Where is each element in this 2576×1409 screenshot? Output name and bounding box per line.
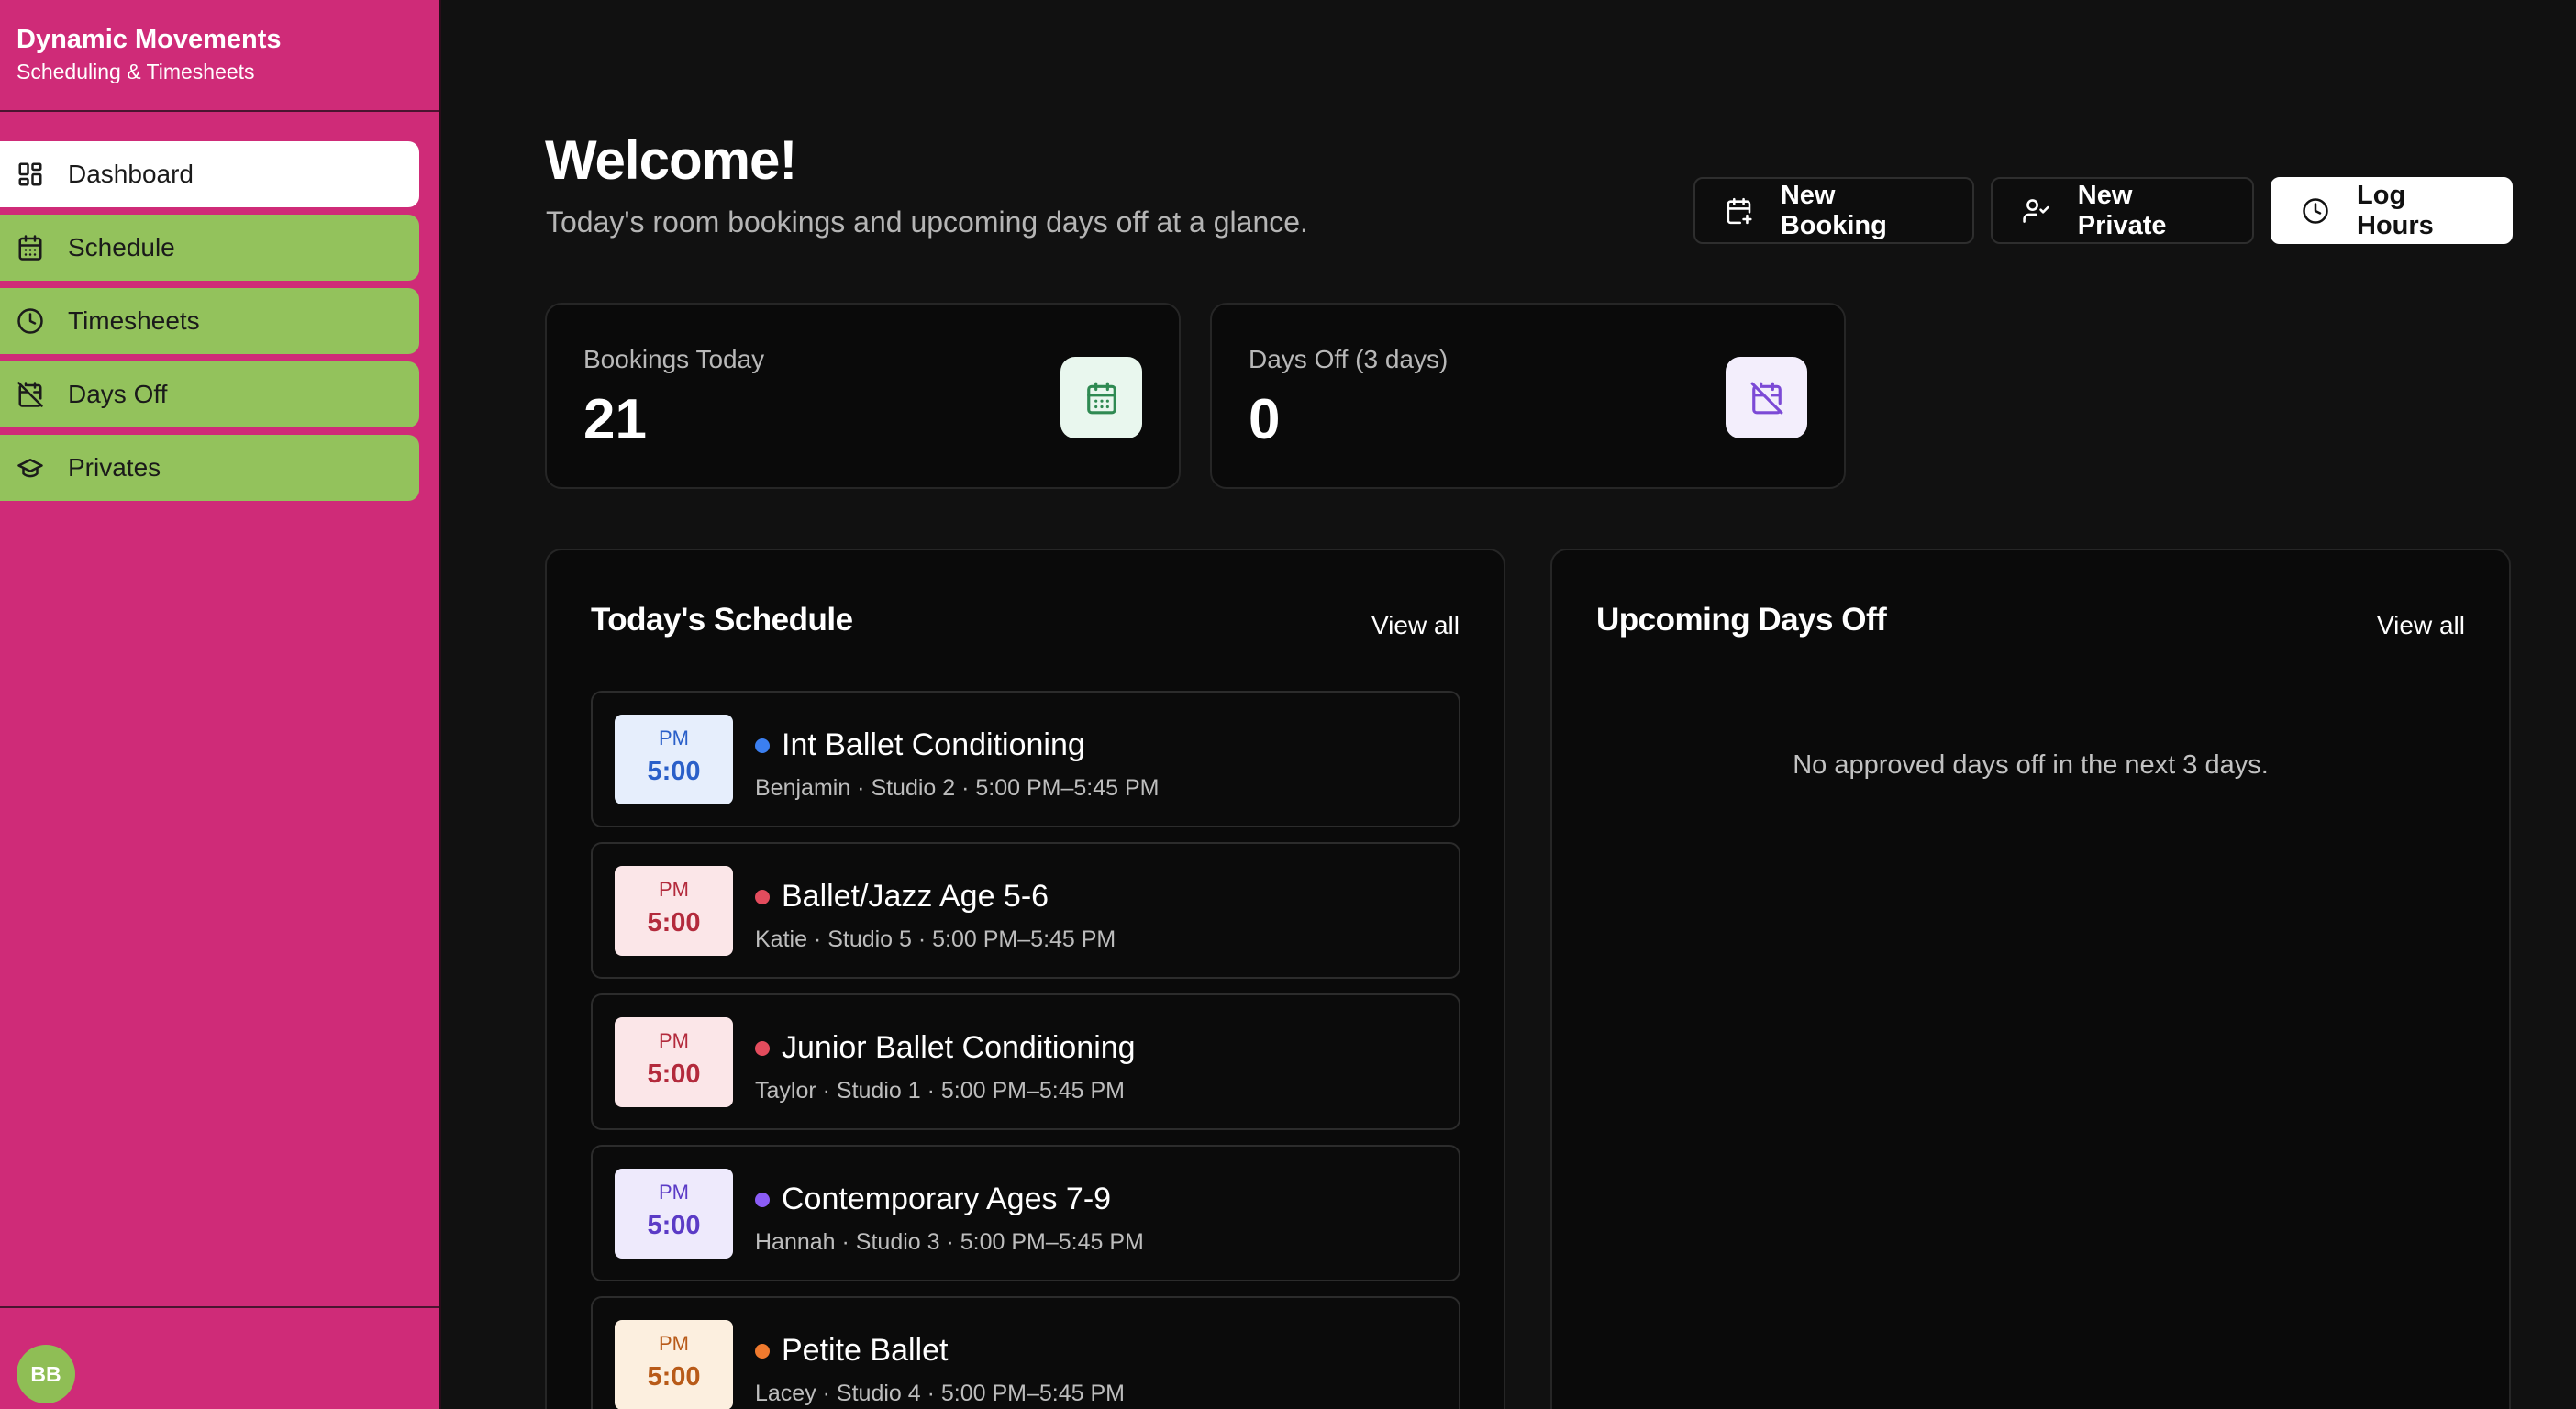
days-off-view-all-link[interactable]: View all — [2377, 611, 2465, 640]
time-value: 5:00 — [647, 908, 701, 937]
new-private-button[interactable]: New Private — [1991, 177, 2254, 244]
status-dot — [755, 1344, 770, 1359]
event-title: Junior Ballet Conditioning — [782, 1030, 1136, 1065]
log-hours-button[interactable]: Log Hours — [2271, 177, 2513, 244]
event-title: Ballet/Jazz Age 5-6 — [782, 879, 1049, 914]
status-dot — [755, 890, 770, 904]
schedule-view-all-link[interactable]: View all — [1371, 611, 1460, 640]
new-booking-button[interactable]: New Booking — [1693, 177, 1974, 244]
graduation-cap-icon — [17, 454, 44, 482]
schedule-item[interactable]: PM 5:00 Petite Ballet Lacey · Studio 4 ·… — [591, 1296, 1460, 1409]
event-title: Petite Ballet — [782, 1333, 949, 1368]
sidebar-item-label: Dashboard — [68, 160, 194, 188]
time-value: 5:00 — [647, 1060, 701, 1089]
sidebar-item-timesheets[interactable]: Timesheets — [0, 288, 419, 354]
time-value: 5:00 — [647, 757, 701, 786]
time-badge: PM 5:00 — [615, 715, 733, 804]
days-off-card: Days Off (3 days) 0 — [1210, 303, 1846, 489]
calendar-icon — [1060, 357, 1142, 438]
time-badge: PM 5:00 — [615, 1320, 733, 1409]
sidebar-item-label: Privates — [68, 453, 161, 482]
time-badge: PM 5:00 — [615, 866, 733, 956]
sidebar-divider — [0, 1306, 439, 1308]
page-title: Welcome! — [545, 129, 797, 191]
page-subtitle: Today's room bookings and upcoming days … — [546, 205, 1308, 239]
event-title: Contemporary Ages 7-9 — [782, 1182, 1112, 1216]
brand-subtitle: Scheduling & Timesheets — [17, 60, 255, 83]
dashboard-icon — [17, 161, 44, 188]
sidebar-nav: Dashboard Schedule Timesheets Days Off P… — [0, 141, 419, 508]
sidebar-divider — [0, 110, 439, 112]
empty-state-message: No approved days off in the next 3 days. — [1793, 750, 2269, 780]
status-dot — [755, 1041, 770, 1056]
event-meta: Benjamin · Studio 2 · 5:00 PM–5:45 PM — [755, 775, 1160, 801]
event-meta: Katie · Studio 5 · 5:00 PM–5:45 PM — [755, 926, 1116, 952]
new-booking-label: New Booking — [1780, 180, 1887, 240]
sidebar: Dynamic Movements Scheduling & Timesheet… — [0, 0, 441, 1409]
calendar-icon — [17, 234, 44, 261]
time-value: 5:00 — [647, 1362, 701, 1392]
time-ampm: PM — [659, 1181, 689, 1204]
calendar-plus-icon — [1727, 197, 1752, 224]
schedule-item[interactable]: PM 5:00 Contemporary Ages 7-9 Hannah · S… — [591, 1145, 1460, 1281]
time-value: 5:00 — [647, 1211, 701, 1240]
calendar-off-icon — [17, 381, 44, 408]
brand-title: Dynamic Movements — [17, 25, 282, 54]
panel-title: Today's Schedule — [591, 602, 853, 638]
stat-value: 21 — [583, 388, 647, 451]
log-hours-label: Log Hours — [2357, 180, 2434, 240]
time-ampm: PM — [659, 727, 689, 749]
event-meta: Lacey · Studio 4 · 5:00 PM–5:45 PM — [755, 1381, 1125, 1406]
stat-value: 0 — [1249, 388, 1281, 451]
sidebar-item-label: Timesheets — [68, 306, 200, 335]
sidebar-item-privates[interactable]: Privates — [0, 435, 419, 501]
user-check-icon — [2023, 198, 2049, 223]
sidebar-item-label: Days Off — [68, 380, 168, 408]
header-actions: New Booking New Private Log Hours — [1693, 177, 2513, 244]
calendar-off-icon — [1726, 357, 1807, 438]
time-ampm: PM — [659, 878, 689, 901]
status-dot — [755, 738, 770, 753]
event-title: Int Ballet Conditioning — [782, 727, 1085, 762]
panel-title: Upcoming Days Off — [1596, 602, 1887, 638]
sidebar-item-dashboard[interactable]: Dashboard — [0, 141, 419, 207]
clock-icon — [2303, 197, 2328, 224]
todays-schedule-panel: Today's Schedule View all PM 5:00 Int Ba… — [545, 549, 1505, 1409]
sidebar-item-schedule[interactable]: Schedule — [0, 215, 419, 281]
time-ampm: PM — [659, 1332, 689, 1355]
schedule-item[interactable]: PM 5:00 Ballet/Jazz Age 5-6 Katie · Stud… — [591, 842, 1460, 979]
sidebar-item-label: Schedule — [68, 233, 175, 261]
time-badge: PM 5:00 — [615, 1169, 733, 1259]
new-private-label: New Private — [2077, 180, 2167, 240]
avatar[interactable]: BB — [17, 1345, 75, 1403]
brand: Dynamic Movements Scheduling & Timesheet… — [17, 24, 282, 84]
schedule-list: PM 5:00 Int Ballet Conditioning Benjamin… — [591, 691, 1460, 1409]
status-dot — [755, 1193, 770, 1207]
clock-icon — [17, 307, 44, 335]
time-badge: PM 5:00 — [615, 1017, 733, 1107]
event-meta: Hannah · Studio 3 · 5:00 PM–5:45 PM — [755, 1229, 1144, 1255]
stat-label: Days Off (3 days) — [1249, 345, 1449, 373]
time-ampm: PM — [659, 1029, 689, 1052]
event-meta: Taylor · Studio 1 · 5:00 PM–5:45 PM — [755, 1078, 1125, 1104]
upcoming-days-off-panel: Upcoming Days Off View all No approved d… — [1550, 549, 2511, 1409]
sidebar-item-days-off[interactable]: Days Off — [0, 361, 419, 427]
stat-label: Bookings Today — [583, 345, 765, 373]
schedule-item[interactable]: PM 5:00 Int Ballet Conditioning Benjamin… — [591, 691, 1460, 827]
bookings-today-card: Bookings Today 21 — [545, 303, 1181, 489]
schedule-item[interactable]: PM 5:00 Junior Ballet Conditioning Taylo… — [591, 993, 1460, 1130]
